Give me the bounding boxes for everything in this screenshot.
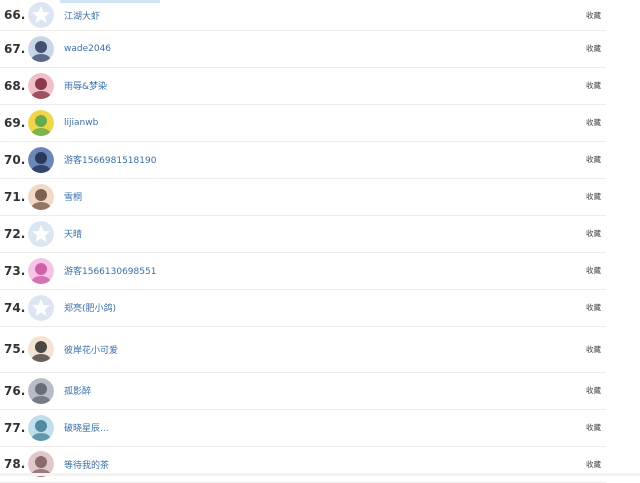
list-item: 70. 游客1566981518190 收藏: [0, 141, 606, 179]
list-item: 67. wade2046 收藏: [0, 30, 606, 68]
avatar[interactable]: [28, 377, 54, 404]
username-link[interactable]: 游客1566130698551: [64, 264, 586, 277]
favorite-link[interactable]: 收藏: [586, 43, 606, 54]
avatar[interactable]: [28, 414, 54, 441]
username-link[interactable]: 破晓星辰...: [64, 421, 586, 434]
list-item: 77. 破晓星辰... 收藏: [0, 409, 606, 447]
default-avatar-star-icon[interactable]: [28, 2, 54, 28]
rank-number: 66.: [4, 8, 26, 22]
favorite-link[interactable]: 收藏: [586, 459, 606, 470]
favorite-link[interactable]: 收藏: [586, 10, 606, 21]
avatar[interactable]: [28, 257, 54, 284]
list-item: 71. 雪桐 收藏: [0, 178, 606, 216]
favorite-link[interactable]: 收藏: [586, 422, 606, 433]
favorite-link[interactable]: 收藏: [586, 265, 606, 276]
favorite-link[interactable]: 收藏: [586, 154, 606, 165]
favorite-link[interactable]: 收藏: [586, 385, 606, 396]
list-item: 68. 雨辱&梦染 收藏: [0, 67, 606, 105]
list-item: 74. 郑亮(肥小鸽) 收藏: [0, 289, 606, 327]
favorite-link[interactable]: 收藏: [586, 191, 606, 202]
rank-number: 68.: [4, 78, 26, 93]
list-item: 66. 江湖大虾 收藏: [0, 0, 606, 31]
avatar[interactable]: [28, 146, 54, 173]
avatar[interactable]: [28, 109, 54, 136]
default-avatar-star-icon[interactable]: [28, 220, 54, 247]
username-link[interactable]: 彼岸花小可爱: [64, 343, 586, 356]
favorite-link[interactable]: 收藏: [586, 302, 606, 313]
rank-number: 67.: [4, 41, 26, 56]
username-link[interactable]: 雨辱&梦染: [64, 79, 586, 92]
favorite-link[interactable]: 收藏: [586, 344, 606, 355]
username-link[interactable]: 游客1566981518190: [64, 153, 586, 166]
favorite-link[interactable]: 收藏: [586, 80, 606, 91]
avatar[interactable]: [28, 72, 54, 99]
avatar[interactable]: [28, 35, 54, 62]
username-link[interactable]: 等待我的茶: [64, 458, 586, 471]
username-link[interactable]: 孤影醉: [64, 384, 586, 397]
rank-number: 69.: [4, 115, 26, 130]
rank-number: 71.: [4, 189, 26, 204]
favorite-link[interactable]: 收藏: [586, 228, 606, 239]
list-item: 78. 等待我的茶 收藏: [0, 446, 606, 483]
rank-number: 76.: [4, 383, 26, 398]
list-item: 72. 天晴 收藏: [0, 215, 606, 253]
list-item: 75. 彼岸花小可爱 收藏: [0, 326, 606, 373]
rank-number: 78.: [4, 457, 26, 471]
rank-number: 70.: [4, 152, 26, 167]
username-link[interactable]: 江湖大虾: [64, 9, 586, 22]
username-link[interactable]: wade2046: [64, 44, 586, 54]
rank-number: 73.: [4, 263, 26, 278]
default-avatar-star-icon[interactable]: [28, 294, 54, 321]
list-item: 69. lijianwb 收藏: [0, 104, 606, 142]
username-link[interactable]: 雪桐: [64, 190, 586, 203]
list-item: 76. 孤影醉 收藏: [0, 372, 606, 410]
username-link[interactable]: lijianwb: [64, 118, 586, 128]
rank-number: 72.: [4, 226, 26, 241]
username-link[interactable]: 天晴: [64, 227, 586, 240]
avatar[interactable]: [28, 183, 54, 210]
rank-number: 75.: [4, 342, 26, 356]
list-item: 73. 游客1566130698551 收藏: [0, 252, 606, 290]
favorite-link[interactable]: 收藏: [586, 117, 606, 128]
username-link[interactable]: 郑亮(肥小鸽): [64, 301, 586, 314]
rank-number: 77.: [4, 420, 26, 435]
rank-number: 74.: [4, 300, 26, 315]
avatar[interactable]: [28, 336, 54, 362]
